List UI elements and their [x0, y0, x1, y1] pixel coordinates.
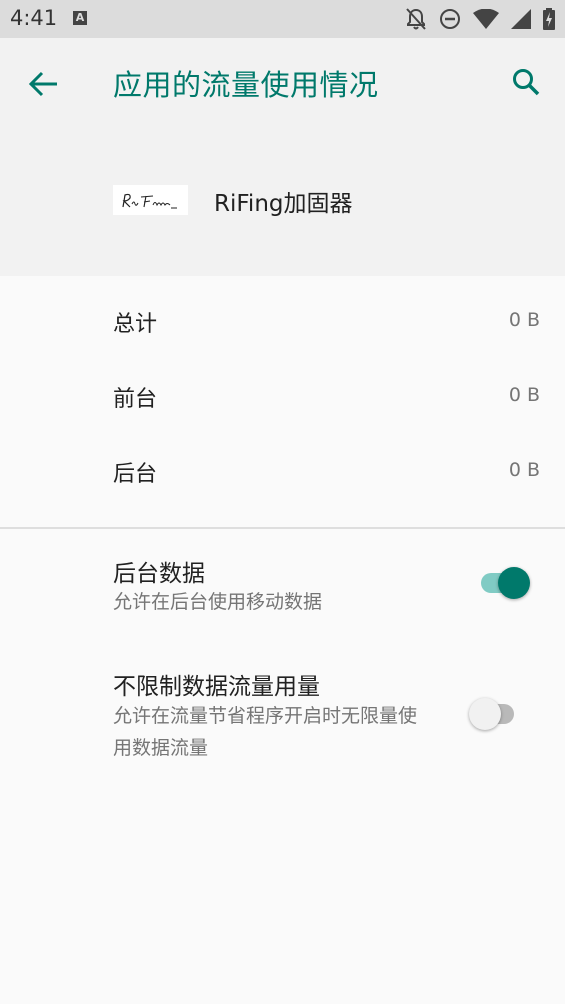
status-bar: 4:41 A [0, 0, 565, 38]
usage-value: 0 B [508, 309, 540, 331]
usage-label: 后台 [113, 462, 158, 487]
battery-charging-icon [543, 8, 555, 30]
bell-off-icon [406, 8, 426, 30]
status-icons [405, 7, 555, 31]
page-title: 应用的流量使用情况 [113, 68, 379, 102]
background-data-toggle[interactable] [476, 565, 536, 601]
search-button[interactable] [507, 62, 547, 102]
usage-label: 总计 [113, 312, 158, 337]
setting-unrestricted-data[interactable]: 不限制数据流量用量 允许在流量节省程序开启时无限量使用数据流量 [0, 655, 565, 785]
back-button[interactable] [22, 64, 66, 104]
arrow-left-icon [28, 71, 57, 97]
usage-value: 0 B [508, 384, 540, 406]
a-notification-icon: A [73, 11, 87, 25]
setting-title: 不限制数据流量用量 [113, 674, 320, 700]
toggle-thumb [498, 567, 530, 599]
setting-background-data[interactable]: 后台数据 允许在后台使用移动数据 [0, 540, 565, 640]
do-not-disturb-icon [440, 9, 460, 29]
cell-signal-icon [511, 9, 531, 29]
setting-summary: 允许在流量节省程序开启时无限量使用数据流量 [113, 705, 418, 759]
app-name: RiFing加固器 [214, 191, 353, 217]
toggle-thumb [469, 698, 501, 730]
setting-summary: 允许在后台使用移动数据 [113, 591, 323, 613]
section-divider [0, 527, 565, 529]
wifi-icon [473, 9, 499, 29]
status-time: 4:41 [10, 6, 58, 30]
usage-row-background: 后台 0 B [0, 432, 565, 507]
usage-label: 前台 [113, 387, 158, 412]
app-logo [113, 185, 188, 215]
setting-title: 后台数据 [113, 561, 205, 587]
search-icon [513, 69, 540, 96]
app-header: 应用的流量使用情况 RiFing加固器 [0, 38, 565, 276]
usage-row-total: 总计 0 B [0, 282, 565, 357]
usage-value: 0 B [508, 459, 540, 481]
usage-row-foreground: 前台 0 B [0, 357, 565, 432]
unrestricted-data-toggle[interactable] [469, 696, 529, 732]
